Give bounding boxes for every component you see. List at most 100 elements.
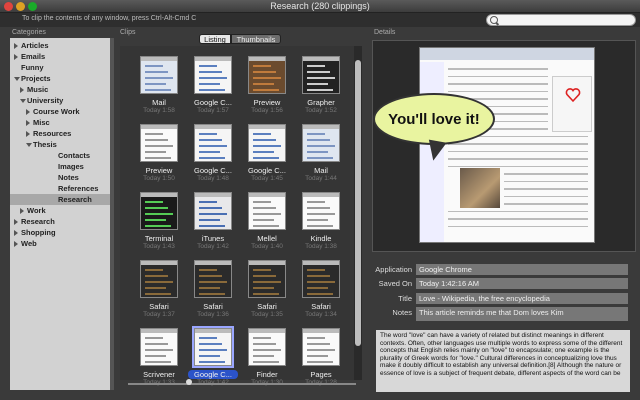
clip-name: Mail <box>314 166 328 175</box>
sidebar-item-work[interactable]: Work <box>10 205 110 216</box>
speech-bubble-tail <box>425 139 447 163</box>
clip-thumbnail[interactable]: PagesToday 1:28 <box>296 326 346 388</box>
clip-preview-image <box>194 56 232 94</box>
sidebar-item-thesis[interactable]: Thesis <box>10 139 110 150</box>
disclosure-collapsed-icon[interactable] <box>14 54 18 60</box>
sidebar-item-research[interactable]: Research <box>10 216 110 227</box>
title-bar: Research (280 clippings) <box>0 0 640 13</box>
clip-thumbnail[interactable]: Preview Today 1:56 <box>242 54 292 116</box>
disclosure-expanded-icon[interactable] <box>20 99 26 103</box>
clip-text-content[interactable]: The word "love" can have a variety of re… <box>376 330 630 392</box>
sidebar-item-label: Research <box>21 217 55 226</box>
sidebar-item-references[interactable]: References <box>10 183 110 194</box>
clip-date: Today 1:38 <box>305 243 337 250</box>
search-input[interactable] <box>500 15 632 25</box>
thumbnails-view-button[interactable]: Thumbnails <box>231 34 281 44</box>
preview-infobox <box>552 76 592 132</box>
clip-preview-image <box>302 56 340 94</box>
search-field[interactable] <box>486 14 636 26</box>
thumbnail-size-slider-knob[interactable] <box>186 379 192 385</box>
clip-thumbnail[interactable]: Preview Today 1:50 <box>134 122 184 184</box>
disclosure-collapsed-icon[interactable] <box>14 241 18 247</box>
sidebar-item-course-work[interactable]: Course Work <box>10 106 110 117</box>
clips-grid: Mail Today 1:58 Google C... Today 1:57 Previ… <box>120 46 362 386</box>
clip-preview-image <box>194 260 232 298</box>
sidebar-item-resources[interactable]: Resources <box>10 128 110 139</box>
sidebar-item-music[interactable]: Music <box>10 84 110 95</box>
sidebar-resize-handle[interactable] <box>110 38 114 390</box>
clip-name: Google C... <box>194 166 232 175</box>
sidebar-item-label: Misc <box>33 118 50 127</box>
sidebar-item-images[interactable]: Images <box>10 161 110 172</box>
clip-date: Today 1:52 <box>305 107 337 114</box>
clip-thumbnail[interactable]: ScrivenerToday 1:33 <box>134 326 184 388</box>
heart-icon <box>565 88 581 103</box>
listing-view-button[interactable]: Listing <box>199 34 231 44</box>
clip-thumbnail[interactable]: Google C... Today 1:48 <box>188 122 238 184</box>
sidebar-item-shopping[interactable]: Shopping <box>10 227 110 238</box>
clip-preview-image <box>302 192 340 230</box>
clip-thumbnail[interactable]: Safari Today 1:35 <box>242 258 292 320</box>
disclosure-collapsed-icon[interactable] <box>14 230 18 236</box>
sidebar-item-emails[interactable]: Emails <box>10 51 110 62</box>
disclosure-collapsed-icon[interactable] <box>26 120 30 126</box>
clip-thumbnail[interactable]: Safari Today 1:37 <box>134 258 184 320</box>
clip-thumbnail[interactable]: Kindle Today 1:38 <box>296 190 346 252</box>
search-icon <box>490 16 498 24</box>
sidebar-item-label: Web <box>21 239 37 248</box>
clip-thumbnail[interactable]: Safari Today 1:36 <box>188 258 238 320</box>
clip-name: Mail <box>152 98 166 107</box>
sidebar-item-articles[interactable]: Articles <box>10 40 110 51</box>
sidebar-item-funny[interactable]: Funny <box>10 62 110 73</box>
sidebar-item-projects[interactable]: Projects <box>10 73 110 84</box>
clip-thumbnail[interactable]: Mail Today 1:44 <box>296 122 346 184</box>
disclosure-expanded-icon[interactable] <box>14 77 20 81</box>
clip-name: Safari <box>257 302 277 311</box>
clip-date: Today 1:48 <box>197 175 229 182</box>
clip-date: Today 1:58 <box>143 107 175 114</box>
sidebar-item-research[interactable]: Research <box>10 194 110 205</box>
clip-thumbnail[interactable]: Terminal Today 1:43 <box>134 190 184 252</box>
application-label: Application <box>375 265 412 274</box>
sidebar-item-notes[interactable]: Notes <box>10 172 110 183</box>
clip-date: Today 1:44 <box>305 175 337 182</box>
disclosure-collapsed-icon[interactable] <box>26 131 30 137</box>
clip-thumbnail[interactable]: FinderToday 1:30 <box>242 326 292 388</box>
clip-thumbnail[interactable]: Google C... Today 1:57 <box>188 54 238 116</box>
thumbnail-size-slider[interactable] <box>128 383 356 385</box>
clip-shortcut-hint: To clip the contents of any window, pres… <box>22 15 197 22</box>
sidebar-item-web[interactable]: Web <box>10 238 110 249</box>
sidebar-item-university[interactable]: University <box>10 95 110 106</box>
title-field[interactable]: Love - Wikipedia, the free encyclopedia <box>416 293 628 304</box>
clip-thumbnail[interactable]: Mail Today 1:58 <box>134 54 184 116</box>
disclosure-expanded-icon[interactable] <box>26 143 32 147</box>
disclosure-collapsed-icon[interactable] <box>14 219 18 225</box>
clips-scrollbar-thumb[interactable] <box>355 60 361 346</box>
clip-thumbnail[interactable]: Safari Today 1:34 <box>296 258 346 320</box>
disclosure-collapsed-icon[interactable] <box>26 109 30 115</box>
disclosure-collapsed-icon[interactable] <box>20 87 24 93</box>
sidebar-item-label: Research <box>58 195 92 204</box>
sidebar-item-label: Resources <box>33 129 72 138</box>
clip-name: Safari <box>203 302 223 311</box>
clip-thumbnail[interactable]: Mellel Today 1:40 <box>242 190 292 252</box>
notes-field[interactable]: This article reminds me that Dom loves K… <box>416 307 628 321</box>
sidebar-item-label: Thesis <box>33 140 57 149</box>
notes-label: Notes <box>392 308 412 317</box>
clip-preview-image <box>248 328 286 366</box>
sidebar-item-contacts[interactable]: Contacts <box>10 150 110 161</box>
clip-name: Kindle <box>310 234 332 243</box>
clip-date: Today 1:35 <box>251 311 283 318</box>
clip-thumbnail[interactable]: Google C... Today 1:45 <box>242 122 292 184</box>
clip-thumbnail[interactable]: iTunes Today 1:42 <box>188 190 238 252</box>
speech-bubble: You'll love it! <box>373 93 495 145</box>
clip-thumbnail[interactable]: Grapher Today 1:52 <box>296 54 346 116</box>
clip-preview-image <box>192 326 234 368</box>
clip-thumbnail[interactable]: Google C...Today 1:42 <box>188 326 238 388</box>
disclosure-collapsed-icon[interactable] <box>20 208 24 214</box>
clip-date: Today 1:34 <box>305 311 337 318</box>
sidebar-item-misc[interactable]: Misc <box>10 117 110 128</box>
clip-preview-image <box>140 56 178 94</box>
clip-name: Google C... <box>194 98 232 107</box>
disclosure-collapsed-icon[interactable] <box>14 43 18 49</box>
